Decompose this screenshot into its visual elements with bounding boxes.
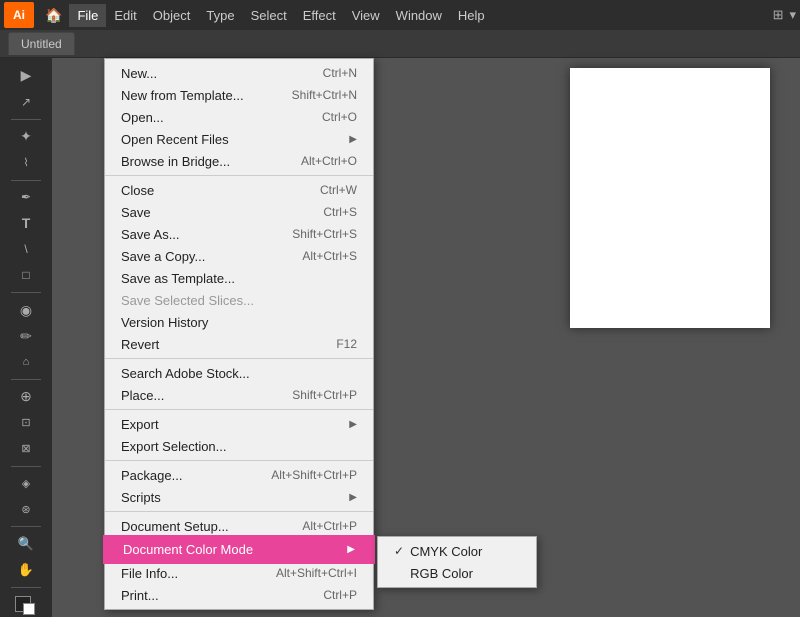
cmyk-checkmark: ✓ [394, 544, 404, 558]
menu-item-search-stock[interactable]: Search Adobe Stock... [105, 362, 373, 384]
menu-item-effect[interactable]: Effect [295, 4, 344, 27]
layout-icon[interactable]: ⊞ [773, 7, 784, 23]
menu-item-scripts[interactable]: Scripts ▶ [105, 486, 373, 508]
menu-items: File Edit Object Type Select Effect View… [69, 4, 492, 27]
menu-item-file[interactable]: File [69, 4, 106, 27]
menu-item-view[interactable]: View [344, 4, 388, 27]
menu-item-help[interactable]: Help [450, 4, 493, 27]
main-area: New... Ctrl+N New from Template... Shift… [52, 58, 800, 617]
menu-item-save-copy[interactable]: Save a Copy... Alt+Ctrl+S [105, 245, 373, 267]
blob-brush[interactable]: ⌂ [11, 350, 41, 374]
document-tab[interactable]: Untitled [8, 32, 75, 55]
zoom-tool[interactable]: 🔍 [11, 532, 41, 556]
menu-item-object[interactable]: Object [145, 4, 199, 27]
rgb-label: RGB Color [410, 566, 473, 581]
ai-logo: Ai [4, 2, 34, 28]
menu-item-select[interactable]: Select [243, 4, 295, 27]
menu-item-document-setup[interactable]: Document Setup... Alt+Ctrl+P [105, 515, 373, 537]
file-dropdown-menu: New... Ctrl+N New from Template... Shift… [104, 58, 374, 610]
menu-item-new[interactable]: New... Ctrl+N [105, 62, 373, 84]
paintbrush-tool[interactable]: ◉ [11, 298, 41, 322]
type-tool[interactable]: T [11, 211, 41, 235]
menu-item-save[interactable]: Save Ctrl+S [105, 201, 373, 223]
menu-item-export-selection[interactable]: Export Selection... [105, 435, 373, 457]
menu-section-2: Close Ctrl+W Save Ctrl+S Save As... Shif… [105, 176, 373, 359]
menu-section-1: New... Ctrl+N New from Template... Shift… [105, 59, 373, 176]
menu-item-open-recent[interactable]: Open Recent Files ▶ [105, 128, 373, 150]
rgb-check-placeholder: ✓ [394, 566, 404, 580]
magic-wand-tool[interactable]: ✦ [11, 125, 41, 149]
home-icon[interactable]: 🏠 [40, 5, 67, 26]
tool-separator-5 [11, 466, 41, 467]
symbol-tool[interactable]: ⊛ [11, 497, 41, 521]
tool-separator-7 [11, 587, 41, 588]
menu-item-revert[interactable]: Revert F12 [105, 333, 373, 355]
menu-item-edit[interactable]: Edit [106, 4, 144, 27]
pencil-tool[interactable]: ✏ [11, 324, 41, 348]
menu-section-3: Search Adobe Stock... Place... Shift+Ctr… [105, 359, 373, 410]
scale-tool[interactable]: ⊡ [11, 411, 41, 435]
cmyk-label: CMYK Color [410, 544, 482, 559]
menu-bar: Ai 🏠 File Edit Object Type Select Effect… [0, 0, 800, 30]
menu-right: ⊞ ▾ [773, 7, 796, 23]
search-icon[interactable]: ▾ [789, 7, 796, 23]
menu-item-browse-bridge[interactable]: Browse in Bridge... Alt+Ctrl+O [105, 150, 373, 172]
hand-tool[interactable]: ✋ [11, 558, 41, 582]
menu-item-open[interactable]: Open... Ctrl+O [105, 106, 373, 128]
menu-item-type[interactable]: Type [198, 4, 242, 27]
fill-stroke[interactable] [11, 593, 41, 617]
menu-section-5: Package... Alt+Shift+Ctrl+P Scripts ▶ [105, 461, 373, 512]
free-transform[interactable]: ⊠ [11, 437, 41, 461]
menu-section-4: Export ▶ Export Selection... [105, 410, 373, 461]
menu-item-close[interactable]: Close Ctrl+W [105, 179, 373, 201]
menu-item-place[interactable]: Place... Shift+Ctrl+P [105, 384, 373, 406]
menu-item-save-as[interactable]: Save As... Shift+Ctrl+S [105, 223, 373, 245]
left-toolbar: ▶ ↗ ✦ ⌇ ✒ T \ □ ◉ ✏ ⌂ ⊕ ⊡ ⊠ ◈ ⊛ 🔍 ✋ [0, 58, 52, 617]
menu-item-package[interactable]: Package... Alt+Shift+Ctrl+P [105, 464, 373, 486]
lasso-tool[interactable]: ⌇ [11, 151, 41, 175]
tool-separator-1 [11, 119, 41, 120]
submenu-rgb[interactable]: ✓ RGB Color [378, 562, 536, 584]
line-tool[interactable]: \ [11, 237, 41, 261]
shape-builder[interactable]: ◈ [11, 472, 41, 496]
pen-tool[interactable]: ✒ [11, 186, 41, 210]
menu-item-new-from-template[interactable]: New from Template... Shift+Ctrl+N [105, 84, 373, 106]
color-mode-submenu: ✓ CMYK Color ✓ RGB Color [377, 536, 537, 588]
menu-item-export[interactable]: Export ▶ [105, 413, 373, 435]
menu-item-file-info[interactable]: File Info... Alt+Shift+Ctrl+I [105, 562, 373, 584]
menu-item-document-color-mode[interactable]: Document Color Mode ▶ ✓ CMYK Color ✓ RGB… [105, 537, 373, 562]
rotate-tool[interactable]: ⊕ [11, 385, 41, 409]
menu-item-print[interactable]: Print... Ctrl+P [105, 584, 373, 606]
submenu-cmyk[interactable]: ✓ CMYK Color [378, 540, 536, 562]
secondary-toolbar: Untitled [0, 30, 800, 58]
direct-selection-tool[interactable]: ↗ [11, 90, 41, 114]
menu-section-6: Document Setup... Alt+Ctrl+P Document Co… [105, 512, 373, 609]
menu-item-window[interactable]: Window [388, 4, 450, 27]
tool-separator-2 [11, 180, 41, 181]
tool-separator-3 [11, 292, 41, 293]
selection-tool[interactable]: ▶ [11, 64, 41, 88]
tool-separator-4 [11, 379, 41, 380]
tool-separator-6 [11, 526, 41, 527]
menu-item-save-selected-slices[interactable]: Save Selected Slices... [105, 289, 373, 311]
canvas-document [570, 68, 770, 328]
rectangle-tool[interactable]: □ [11, 263, 41, 287]
menu-item-save-template[interactable]: Save as Template... [105, 267, 373, 289]
menu-item-version-history[interactable]: Version History [105, 311, 373, 333]
